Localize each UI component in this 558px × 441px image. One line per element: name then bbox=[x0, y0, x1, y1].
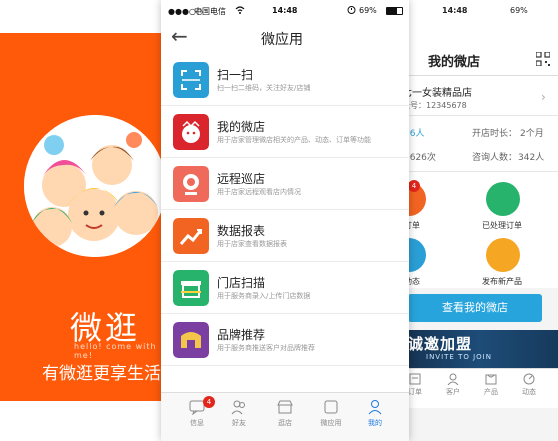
store-account: 账号：12345678 bbox=[402, 101, 467, 110]
store-name: 七一女装精品店 bbox=[402, 88, 472, 99]
promo-illustration bbox=[24, 115, 166, 257]
center-phone: ●●●○○ 中国电信 14:48 69% ← 微应用 扫一扫 扫一扫二维码，关注… bbox=[161, 0, 409, 441]
list-item-remote-patrol[interactable]: 远程巡店 用于店家远程观看店内情况 bbox=[161, 158, 409, 210]
scan-icon bbox=[173, 62, 209, 98]
tab-customers-label: 客户 bbox=[446, 388, 460, 396]
friends-icon bbox=[231, 400, 245, 415]
profile-icon bbox=[368, 400, 382, 415]
tab-micro-apps[interactable]: 微应用 bbox=[311, 399, 351, 428]
tab-products[interactable]: 产品 bbox=[476, 373, 506, 397]
right-status-battery: 69% bbox=[510, 6, 528, 15]
store-stats: 56人 开店时长： 2个月 5626次 咨询人数： 342人 bbox=[400, 116, 558, 172]
screenshot-stage: 微逛 hello! come with me! 有微逛更享生活 14:48 69… bbox=[0, 0, 558, 441]
app-list: 扫一扫 扫一扫二维码，关注好友/店铺 我的微店 用于店家管理微店相关的产品、动态… bbox=[161, 54, 409, 366]
store-scan-icon bbox=[173, 270, 209, 306]
center-status-time: 14:48 bbox=[272, 6, 298, 15]
right-tab-bar: 订单 客户 产品 动态 bbox=[400, 368, 558, 408]
store-function-grid: 4 订单 已处理订单 动态 发布新产品 bbox=[392, 172, 558, 288]
list-item-scan[interactable]: 扫一扫 扫一扫二维码，关注好友/店铺 bbox=[161, 54, 409, 106]
tab-dynamic-label: 动态 bbox=[522, 388, 536, 396]
center-tab-bar: 4 信息 好友 逛店 微应用 我的 bbox=[161, 392, 409, 441]
dynamic-icon bbox=[523, 373, 535, 385]
consult-label: 咨询人数： bbox=[472, 153, 518, 163]
banner-subtitle: INVITE TO JOIN bbox=[426, 353, 492, 361]
store-scan-title: 门店扫描 bbox=[217, 276, 266, 290]
banner-title: 诚邀加盟 bbox=[408, 335, 473, 353]
camera-icon bbox=[173, 166, 209, 202]
right-status-time: 14:48 bbox=[442, 6, 468, 15]
center-page-title: 微应用 bbox=[261, 32, 303, 48]
brand-icon bbox=[173, 322, 209, 358]
store-icon bbox=[277, 400, 293, 414]
store-info[interactable]: 七一女装精品店 账号：12345678 › bbox=[400, 76, 558, 116]
tab-profile[interactable]: 我的 bbox=[355, 399, 395, 428]
tab-friends[interactable]: 好友 bbox=[219, 399, 259, 428]
scan-desc: 扫一扫二维码，关注好友/店铺 bbox=[217, 84, 311, 92]
open-duration-label: 开店时长： bbox=[472, 129, 518, 139]
brand-recommend-title: 品牌推荐 bbox=[217, 328, 266, 342]
store-scan-desc: 用于服务商录入/上传门店数据 bbox=[217, 292, 311, 300]
chart-icon bbox=[173, 218, 209, 254]
tab-products-label: 产品 bbox=[484, 388, 498, 396]
data-report-desc: 用于店家查看数据报表 bbox=[217, 240, 287, 248]
data-report-title: 数据报表 bbox=[217, 224, 266, 238]
tab-profile-label: 我的 bbox=[368, 419, 382, 427]
scan-title: 扫一扫 bbox=[217, 68, 254, 82]
consult-value: 342人 bbox=[518, 153, 545, 163]
app-icon bbox=[324, 400, 338, 414]
my-shop-title: 我的微店 bbox=[217, 120, 266, 134]
list-item-brand-recommend[interactable]: 品牌推荐 用于服务商推送客户对品牌推荐 bbox=[161, 314, 409, 366]
wifi-icon bbox=[235, 6, 245, 14]
remote-patrol-desc: 用于店家远程观看店内情况 bbox=[217, 188, 301, 196]
promo-slogan: 有微逛更享生活 bbox=[42, 364, 161, 384]
promo-subtitle: hello! come with me! bbox=[74, 342, 157, 360]
messages-badge: 4 bbox=[203, 396, 215, 408]
processed-order-label[interactable]: 已处理订单 bbox=[482, 220, 522, 231]
alarm-icon bbox=[347, 6, 356, 14]
publish-icon[interactable] bbox=[486, 238, 520, 272]
battery-icon bbox=[386, 7, 403, 15]
order-badge: 4 bbox=[408, 180, 420, 192]
join-banner[interactable]: 诚邀加盟 INVITE TO JOIN bbox=[400, 330, 558, 368]
tab-micro-apps-label: 微应用 bbox=[320, 419, 342, 427]
my-shop-desc: 用于店家管理微店相关的产品、动态、订单等功能 bbox=[217, 136, 371, 144]
qrcode-icon[interactable] bbox=[536, 52, 550, 66]
carrier-name: 中国电信 bbox=[194, 7, 226, 16]
list-item-store-scan[interactable]: 门店扫描 用于服务商录入/上传门店数据 bbox=[161, 262, 409, 314]
publish-label[interactable]: 发布新产品 bbox=[482, 276, 522, 287]
center-battery-percent: 69% bbox=[359, 6, 377, 15]
right-phone: 14:48 69% 我的微店 七一女装精品店 账号：12345678 › 56人… bbox=[392, 0, 558, 441]
tab-customers[interactable]: 客户 bbox=[438, 373, 468, 397]
remote-patrol-title: 远程巡店 bbox=[217, 172, 266, 186]
chevron-right-icon: › bbox=[541, 90, 546, 104]
tab-friends-label: 好友 bbox=[232, 419, 246, 427]
tab-store[interactable]: 逛店 bbox=[265, 399, 305, 428]
tab-store-label: 逛店 bbox=[278, 419, 292, 427]
center-nav-bar: ← 微应用 bbox=[161, 22, 409, 54]
processed-order-icon[interactable] bbox=[486, 182, 520, 216]
customer-icon bbox=[447, 373, 459, 385]
order-tab-icon bbox=[409, 373, 421, 385]
tab-messages-label: 信息 bbox=[190, 419, 204, 427]
product-icon bbox=[485, 374, 497, 385]
open-duration-value: 2个月 bbox=[520, 129, 544, 139]
back-arrow-icon[interactable]: ← bbox=[171, 24, 188, 48]
list-item-data-report[interactable]: 数据报表 用于店家查看数据报表 bbox=[161, 210, 409, 262]
promo-panel: 微逛 hello! come with me! 有微逛更享生活 bbox=[0, 33, 175, 401]
right-nav-bar: 我的微店 bbox=[400, 22, 558, 76]
tab-dynamic[interactable]: 动态 bbox=[514, 373, 544, 397]
shop-icon bbox=[173, 114, 209, 150]
right-page-title: 我的微店 bbox=[428, 55, 481, 70]
brand-recommend-desc: 用于服务商推送客户对品牌推荐 bbox=[217, 344, 315, 352]
view-my-shop-button[interactable]: 查看我的微店 bbox=[408, 294, 542, 322]
center-status-bar: ●●●○○ 中国电信 14:48 69% bbox=[161, 0, 409, 22]
right-status-bar: 14:48 69% bbox=[400, 0, 558, 22]
tab-orders-label: 订单 bbox=[408, 388, 422, 396]
tab-messages[interactable]: 4 信息 bbox=[177, 396, 217, 428]
list-item-my-shop[interactable]: 我的微店 用于店家管理微店相关的产品、动态、订单等功能 bbox=[161, 106, 409, 158]
